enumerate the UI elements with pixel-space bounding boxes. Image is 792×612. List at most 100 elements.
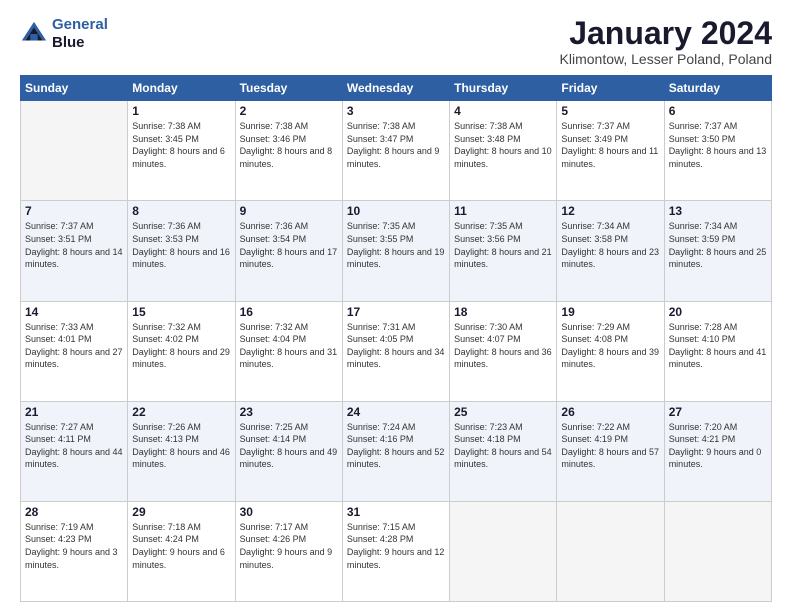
cell-info: Sunrise: 7:33 AM Sunset: 4:01 PM Dayligh… [25, 321, 123, 371]
calendar-cell: 18Sunrise: 7:30 AM Sunset: 4:07 PM Dayli… [450, 301, 557, 401]
day-number: 25 [454, 405, 552, 419]
calendar-cell: 8 Sunrise: 7:36 AM Sunset: 3:53 PM Daylig… [128, 201, 235, 301]
calendar-cell: 30 Sunrise: 7:17 AM Sunset: 4:26 PM Dayli… [235, 501, 342, 601]
cell-info: Sunrise: 7:22 AM Sunset: 4:19 PM Dayligh… [561, 421, 659, 471]
day-number: 8 [132, 204, 230, 218]
cell-info: Sunrise: 7:37 AM Sunset: 3:50 PM Dayligh… [669, 120, 767, 170]
cell-info: Sunrise: 7:32 AM Sunset: 4:04 PM Dayligh… [240, 321, 338, 371]
day-number: 15 [132, 305, 230, 319]
title-block: January 2024 Klimontow, Lesser Poland, P… [560, 16, 772, 67]
day-number: 21 [25, 405, 123, 419]
day-number: 24 [347, 405, 445, 419]
day-number: 22 [132, 405, 230, 419]
calendar-cell: 6 Sunrise: 7:37 AM Sunset: 3:50 PM Daylig… [664, 101, 771, 201]
day-number: 28 [25, 505, 123, 519]
cell-info: Sunrise: 7:36 AM Sunset: 3:53 PM Dayligh… [132, 220, 230, 270]
day-number: 29 [132, 505, 230, 519]
calendar-cell: 15Sunrise: 7:32 AM Sunset: 4:02 PM Dayli… [128, 301, 235, 401]
subtitle: Klimontow, Lesser Poland, Poland [560, 51, 772, 67]
col-friday: Friday [557, 76, 664, 101]
logo-icon [20, 20, 48, 48]
cell-info: Sunrise: 7:38 AM Sunset: 3:47 PM Dayligh… [347, 120, 445, 170]
calendar-cell: 3Sunrise: 7:38 AM Sunset: 3:47 PM Daylig… [342, 101, 449, 201]
cell-info: Sunrise: 7:23 AM Sunset: 4:18 PM Dayligh… [454, 421, 552, 471]
day-number: 23 [240, 405, 338, 419]
calendar-cell: 19 Sunrise: 7:29 AM Sunset: 4:08 PM Dayli… [557, 301, 664, 401]
day-number: 18 [454, 305, 552, 319]
calendar-cell: 25 Sunrise: 7:23 AM Sunset: 4:18 PM Dayli… [450, 401, 557, 501]
cell-info: Sunrise: 7:38 AM Sunset: 3:48 PM Dayligh… [454, 120, 552, 170]
calendar-cell [664, 501, 771, 601]
cell-info: Sunrise: 7:20 AM Sunset: 4:21 PM Dayligh… [669, 421, 767, 471]
calendar-cell: 21Sunrise: 7:27 AM Sunset: 4:11 PM Dayli… [21, 401, 128, 501]
cell-info: Sunrise: 7:28 AM Sunset: 4:10 PM Dayligh… [669, 321, 767, 371]
cell-info: Sunrise: 7:38 AM Sunset: 3:45 PM Dayligh… [132, 120, 230, 170]
week-row-4: 21Sunrise: 7:27 AM Sunset: 4:11 PM Dayli… [21, 401, 772, 501]
col-saturday: Saturday [664, 76, 771, 101]
day-number: 10 [347, 204, 445, 218]
cell-info: Sunrise: 7:18 AM Sunset: 4:24 PM Dayligh… [132, 521, 230, 571]
week-row-1: 1 Sunrise: 7:38 AM Sunset: 3:45 PM Daylig… [21, 101, 772, 201]
col-tuesday: Tuesday [235, 76, 342, 101]
calendar-cell: 7 Sunrise: 7:37 AM Sunset: 3:51 PM Daylig… [21, 201, 128, 301]
week-row-3: 14 Sunrise: 7:33 AM Sunset: 4:01 PM Dayli… [21, 301, 772, 401]
day-number: 26 [561, 405, 659, 419]
day-number: 13 [669, 204, 767, 218]
week-row-2: 7 Sunrise: 7:37 AM Sunset: 3:51 PM Daylig… [21, 201, 772, 301]
day-number: 6 [669, 104, 767, 118]
logo: General Blue [20, 16, 108, 52]
calendar-cell: 10 Sunrise: 7:35 AM Sunset: 3:55 PM Dayli… [342, 201, 449, 301]
day-number: 30 [240, 505, 338, 519]
cell-info: Sunrise: 7:37 AM Sunset: 3:49 PM Dayligh… [561, 120, 659, 170]
calendar-cell: 27 Sunrise: 7:20 AM Sunset: 4:21 PM Dayli… [664, 401, 771, 501]
cell-info: Sunrise: 7:24 AM Sunset: 4:16 PM Dayligh… [347, 421, 445, 471]
day-number: 12 [561, 204, 659, 218]
cell-info: Sunrise: 7:38 AM Sunset: 3:46 PM Dayligh… [240, 120, 338, 170]
day-number: 14 [25, 305, 123, 319]
day-number: 27 [669, 405, 767, 419]
day-number: 1 [132, 104, 230, 118]
cell-info: Sunrise: 7:34 AM Sunset: 3:59 PM Dayligh… [669, 220, 767, 270]
calendar-cell: 23 Sunrise: 7:25 AM Sunset: 4:14 PM Dayli… [235, 401, 342, 501]
col-monday: Monday [128, 76, 235, 101]
cell-info: Sunrise: 7:15 AM Sunset: 4:28 PM Dayligh… [347, 521, 445, 571]
calendar-cell: 16 Sunrise: 7:32 AM Sunset: 4:04 PM Dayli… [235, 301, 342, 401]
calendar-cell [450, 501, 557, 601]
col-thursday: Thursday [450, 76, 557, 101]
cell-info: Sunrise: 7:29 AM Sunset: 4:08 PM Dayligh… [561, 321, 659, 371]
day-number: 16 [240, 305, 338, 319]
calendar-table: Sunday Monday Tuesday Wednesday Thursday… [20, 75, 772, 602]
day-number: 11 [454, 204, 552, 218]
calendar-cell: 12 Sunrise: 7:34 AM Sunset: 3:58 PM Dayli… [557, 201, 664, 301]
logo-line1: General [52, 16, 108, 33]
day-number: 9 [240, 204, 338, 218]
cell-info: Sunrise: 7:25 AM Sunset: 4:14 PM Dayligh… [240, 421, 338, 471]
calendar-cell: 4 Sunrise: 7:38 AM Sunset: 3:48 PM Daylig… [450, 101, 557, 201]
calendar-cell: 9 Sunrise: 7:36 AM Sunset: 3:54 PM Daylig… [235, 201, 342, 301]
week-row-5: 28 Sunrise: 7:19 AM Sunset: 4:23 PM Dayli… [21, 501, 772, 601]
cell-info: Sunrise: 7:36 AM Sunset: 3:54 PM Dayligh… [240, 220, 338, 270]
day-number: 7 [25, 204, 123, 218]
cell-info: Sunrise: 7:37 AM Sunset: 3:51 PM Dayligh… [25, 220, 123, 270]
day-number: 19 [561, 305, 659, 319]
day-number: 20 [669, 305, 767, 319]
day-number: 4 [454, 104, 552, 118]
calendar-cell: 17Sunrise: 7:31 AM Sunset: 4:05 PM Dayli… [342, 301, 449, 401]
cell-info: Sunrise: 7:35 AM Sunset: 3:56 PM Dayligh… [454, 220, 552, 270]
cell-info: Sunrise: 7:35 AM Sunset: 3:55 PM Dayligh… [347, 220, 445, 270]
calendar-cell: 11 Sunrise: 7:35 AM Sunset: 3:56 PM Dayli… [450, 201, 557, 301]
col-wednesday: Wednesday [342, 76, 449, 101]
calendar-header-row: Sunday Monday Tuesday Wednesday Thursday… [21, 76, 772, 101]
day-number: 31 [347, 505, 445, 519]
header: General Blue January 2024 Klimontow, Les… [20, 16, 772, 67]
cell-info: Sunrise: 7:17 AM Sunset: 4:26 PM Dayligh… [240, 521, 338, 571]
calendar-cell [21, 101, 128, 201]
cell-info: Sunrise: 7:19 AM Sunset: 4:23 PM Dayligh… [25, 521, 123, 571]
calendar-cell: 29 Sunrise: 7:18 AM Sunset: 4:24 PM Dayli… [128, 501, 235, 601]
cell-info: Sunrise: 7:26 AM Sunset: 4:13 PM Dayligh… [132, 421, 230, 471]
col-sunday: Sunday [21, 76, 128, 101]
cell-info: Sunrise: 7:34 AM Sunset: 3:58 PM Dayligh… [561, 220, 659, 270]
calendar-cell: 13 Sunrise: 7:34 AM Sunset: 3:59 PM Dayli… [664, 201, 771, 301]
calendar-cell: 22 Sunrise: 7:26 AM Sunset: 4:13 PM Dayli… [128, 401, 235, 501]
main-title: January 2024 [560, 16, 772, 51]
